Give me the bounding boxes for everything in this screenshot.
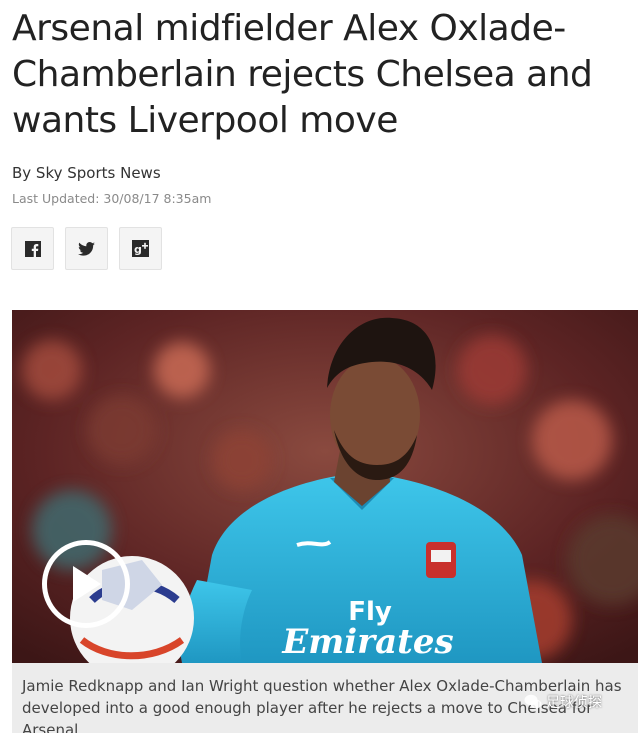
- last-updated: Last Updated: 30/08/17 8:35am: [12, 191, 212, 206]
- play-button[interactable]: [42, 540, 130, 628]
- share-facebook-button[interactable]: [11, 227, 54, 270]
- headline-line: Chamberlain rejects Chelsea and: [12, 54, 593, 95]
- facebook-icon: [24, 240, 41, 257]
- wechat-icon: [524, 694, 542, 709]
- article-headline: Arsenal midfielder Alex Oxlade- Chamberl…: [12, 6, 632, 144]
- headline-line: Arsenal midfielder Alex Oxlade-: [12, 8, 566, 49]
- play-icon: [73, 566, 101, 602]
- twitter-icon: [78, 241, 95, 256]
- article-page: Arsenal midfielder Alex Oxlade- Chamberl…: [0, 0, 640, 733]
- watermark: 足球侦探: [524, 692, 602, 712]
- svg-text:g: g: [134, 243, 142, 256]
- share-twitter-button[interactable]: [65, 227, 108, 270]
- jersey-text-emirates: Emirates: [281, 622, 453, 662]
- headline-line: wants Liverpool move: [12, 100, 398, 141]
- google-plus-icon: g: [132, 240, 149, 257]
- share-googleplus-button[interactable]: g: [119, 227, 162, 270]
- watermark-text: 足球侦探: [546, 695, 602, 711]
- byline: By Sky Sports News: [12, 164, 161, 182]
